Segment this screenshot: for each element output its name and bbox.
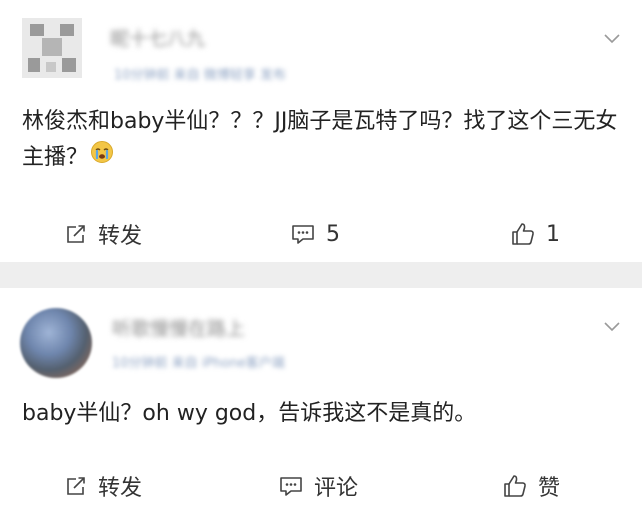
comment-icon <box>280 477 302 496</box>
like-button[interactable]: 1 <box>510 214 560 254</box>
repost-button[interactable]: 转发 <box>64 466 142 506</box>
thumbs-up-icon <box>512 223 534 245</box>
comment-label: 评论 <box>314 476 359 501</box>
avatar[interactable] <box>20 308 92 378</box>
repost-icon <box>67 225 85 243</box>
comment-text: baby半仙？oh wy god，告诉我这不是真的。 <box>22 401 477 426</box>
repost-label: 转发 <box>98 224 143 249</box>
comment-text: 林俊杰和baby半仙？？？JJ脑子是瓦特了吗？找了这个三无女主播？ <box>22 104 622 176</box>
comment-card: 听歌慢慢在路上 10分钟前 来自 iPhone客户端 baby半仙？oh wy … <box>0 288 642 514</box>
chevron-down-icon[interactable] <box>604 30 620 46</box>
post-meta: 10分钟前 来自 微博轻享 发布 <box>114 68 286 83</box>
thumbs-up-icon <box>504 475 526 497</box>
chevron-down-icon[interactable] <box>604 318 620 334</box>
post-meta: 10分钟前 来自 iPhone客户端 <box>112 356 285 371</box>
comment-card: 昵十七八九 10分钟前 来自 微博轻享 发布 林俊杰和baby半仙？？？JJ脑子… <box>0 0 642 262</box>
comment-icon <box>292 225 314 244</box>
action-bar: 转发 评论 赞 <box>0 466 642 506</box>
author-name[interactable]: 昵十七八九 <box>110 24 205 51</box>
like-label: 赞 <box>538 476 561 501</box>
comment-count: 5 <box>326 221 340 247</box>
action-bar: 转发 5 1 <box>0 214 642 254</box>
comment-button[interactable]: 评论 <box>278 466 358 506</box>
like-count: 1 <box>546 221 560 247</box>
repost-button[interactable]: 转发 <box>64 214 142 254</box>
repost-label: 转发 <box>98 476 143 501</box>
comment-button[interactable]: 5 <box>290 214 340 254</box>
avatar[interactable] <box>22 18 82 78</box>
repost-icon <box>67 477 85 495</box>
feed-separator <box>0 262 642 288</box>
crying-face-icon <box>90 140 114 176</box>
like-button[interactable]: 赞 <box>502 466 560 506</box>
author-name[interactable]: 听歌慢慢在路上 <box>112 314 245 341</box>
